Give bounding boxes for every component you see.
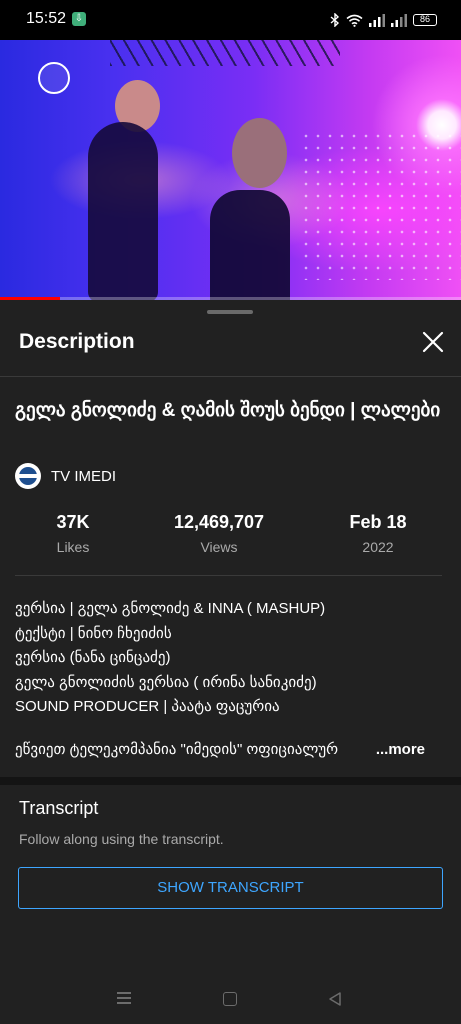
description-sheet: Description გელა გნოლიძე & ღამის შოუს ბე… (0, 300, 461, 1024)
description-line: ვერსია | გელა გნოლიძე & INNA ( MASHUP) (15, 600, 326, 617)
description-line: ვერსია (ნანა ცინცაძე) (15, 649, 171, 666)
performer-1 (88, 122, 158, 300)
stage-lights (300, 130, 461, 280)
close-icon[interactable] (418, 327, 448, 357)
description-truncated-line: ეწვიეთ ტელეკომპანია "იმედის" ოფიციალურ .… (15, 738, 445, 762)
date-label: 2022 (362, 539, 394, 555)
date-value: Feb 18 (349, 512, 407, 532)
transcript-title: Transcript (19, 798, 99, 818)
status-icons: 86 (330, 10, 437, 30)
section-separator (0, 777, 461, 785)
description-line: გელა გნოლიძის ვერსია ( ირინა სანიკიძე) (15, 673, 317, 691)
drag-handle[interactable] (207, 310, 253, 314)
bluetooth-icon (330, 13, 340, 27)
battery-icon: 86 (413, 14, 437, 26)
status-bar: 15:52 ⇩ 86 (0, 0, 461, 40)
system-nav-bar (0, 980, 461, 1024)
performer-2 (210, 190, 290, 300)
description-text: ვერსია | გელა გნოლიძე & INNA ( MASHUP) ტ… (15, 597, 445, 720)
channel-avatar[interactable] (15, 463, 41, 489)
stats-divider (15, 575, 442, 576)
sheet-title: Description (19, 330, 135, 353)
video-title: გელა გნოლიძე & ღამის შოუს ბენდი | ლალები (15, 400, 441, 421)
likes-value: 37K (56, 512, 90, 532)
wifi-icon (346, 14, 363, 27)
signal-icon (369, 13, 385, 27)
show-transcript-button[interactable]: SHOW TRANSCRIPT (18, 867, 443, 909)
stats-row: 37K Likes 12,469,707 Views Feb 18 2022 (0, 512, 461, 562)
stage-truss (110, 40, 340, 66)
date-stat: Feb 18 2022 (308, 512, 448, 555)
signal-icon-2 (391, 13, 407, 27)
home-icon[interactable] (223, 992, 237, 1006)
description-line: ტექსტი | ნინო ჩხეიძის (15, 624, 172, 642)
description-truncated-text: ეწვიეთ ტელეკომპანია "იმედის" ოფიციალურ (15, 741, 339, 758)
status-time: 15:52 (26, 10, 67, 27)
download-icon: ⇩ (72, 12, 86, 26)
back-icon[interactable] (327, 991, 343, 1007)
video-player[interactable] (0, 40, 461, 300)
channel-name[interactable]: TV IMEDI (51, 468, 116, 485)
header-divider (0, 376, 461, 377)
channel-row[interactable]: TV IMEDI (15, 463, 116, 489)
description-line: SOUND PRODUCER | პაატა ფაცურია (15, 698, 280, 715)
menu-icon[interactable] (117, 992, 131, 1004)
views-stat: 12,469,707 Views (149, 512, 289, 555)
more-button[interactable]: ...more (376, 738, 425, 762)
transcript-subtitle: Follow along using the transcript. (19, 831, 224, 847)
likes-stat: 37K Likes (3, 512, 143, 555)
views-label: Views (200, 539, 238, 555)
views-value: 12,469,707 (173, 512, 265, 532)
likes-label: Likes (56, 539, 90, 555)
performer-2-head (232, 118, 287, 188)
channel-watermark-logo (38, 62, 70, 94)
